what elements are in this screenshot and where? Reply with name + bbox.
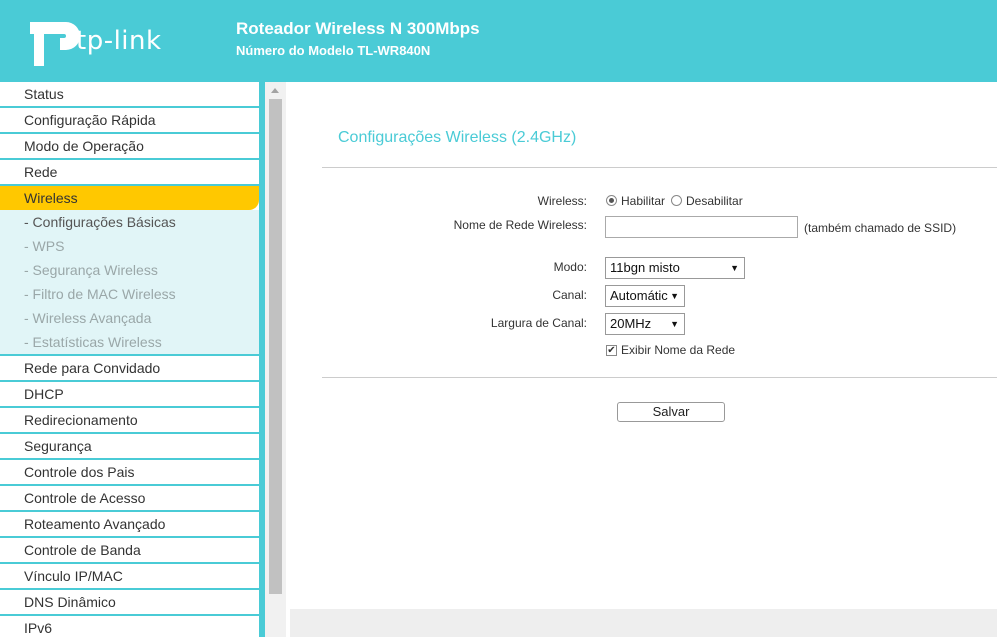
sidebar-item-quick-setup[interactable]: Configuração Rápida <box>0 108 259 134</box>
mode-label: Modo: <box>553 260 587 274</box>
broadcast-ssid-checkbox[interactable]: ✔ <box>606 345 617 356</box>
sidebar-item-advanced-routing[interactable]: Roteamento Avançado <box>0 512 259 538</box>
sidebar-item-ip-mac-binding[interactable]: Vínculo IP/MAC <box>0 564 259 590</box>
sidebar-item-operation-mode[interactable]: Modo de Operação <box>0 134 259 160</box>
sidebar-item-dhcp[interactable]: DHCP <box>0 382 259 408</box>
disable-radio[interactable] <box>671 195 682 206</box>
chevron-down-icon: ▼ <box>730 263 739 273</box>
enable-radio[interactable] <box>606 195 617 206</box>
sidebar-item-network[interactable]: Rede <box>0 160 259 186</box>
submenu-wireless-security[interactable]: - Segurança Wireless <box>0 258 259 282</box>
sidebar-item-access-control[interactable]: Controle de Acesso <box>0 486 259 512</box>
channel-select-value: Automático <box>610 288 676 303</box>
divider <box>322 167 997 168</box>
submenu-wireless-statistics[interactable]: - Estatísticas Wireless <box>0 330 259 354</box>
save-button[interactable]: Salvar <box>617 402 725 422</box>
ssid-hint: (também chamado de SSID) <box>804 221 957 235</box>
submenu-mac-filter[interactable]: - Filtro de MAC Wireless <box>0 282 259 306</box>
submenu-wps[interactable]: - WPS <box>0 234 259 258</box>
sidebar-scrollbar[interactable] <box>265 82 286 637</box>
sidebar: Status Configuração Rápida Modo de Opera… <box>0 82 259 637</box>
scroll-up-arrow-icon[interactable] <box>271 88 279 93</box>
model-number: Número do Modelo TL-WR840N <box>236 43 431 58</box>
disable-label: Desabilitar <box>686 194 743 208</box>
channel-select[interactable]: Automático ▼ <box>605 285 685 307</box>
footer <box>290 609 997 637</box>
channel-label: Canal: <box>552 288 587 302</box>
ssid-input[interactable] <box>605 216 798 238</box>
channel-width-select-value: 20MHz <box>610 316 652 331</box>
sidebar-item-security[interactable]: Segurança <box>0 434 259 460</box>
scroll-thumb[interactable] <box>269 99 282 594</box>
broadcast-ssid-label: Exibir Nome da Rede <box>621 343 736 357</box>
enable-label: Habilitar <box>621 194 666 208</box>
sidebar-item-ipv6[interactable]: IPv6 <box>0 616 259 637</box>
chevron-down-icon: ▼ <box>668 286 679 306</box>
chevron-down-icon: ▼ <box>670 319 679 329</box>
mode-select-value: 11bgn misto <box>610 260 680 275</box>
wireless-submenu: - Configurações Básicas - WPS - Seguranç… <box>0 210 259 356</box>
submenu-wireless-advanced[interactable]: - Wireless Avançada <box>0 306 259 330</box>
mode-select[interactable]: 11bgn misto ▼ <box>605 257 745 279</box>
sidebar-item-wireless[interactable]: Wireless <box>0 186 259 210</box>
logo-text: tp-link <box>76 26 162 56</box>
wireless-label: Wireless: <box>537 194 587 208</box>
ssid-label: Nome de Rede Wireless: <box>453 218 587 232</box>
submenu-basic-settings[interactable]: - Configurações Básicas <box>0 210 259 234</box>
divider <box>322 377 997 378</box>
sidebar-item-status[interactable]: Status <box>0 82 259 108</box>
main-panel: Configurações Wireless (2.4GHz) Wireless… <box>290 82 997 637</box>
sidebar-item-dynamic-dns[interactable]: DNS Dinâmico <box>0 590 259 616</box>
sidebar-item-forwarding[interactable]: Redirecionamento <box>0 408 259 434</box>
header: tp-link Roteador Wireless N 300Mbps Núme… <box>0 0 997 82</box>
channel-width-select[interactable]: 20MHz ▼ <box>605 313 685 335</box>
sidebar-item-bandwidth-control[interactable]: Controle de Banda <box>0 538 259 564</box>
product-title: Roteador Wireless N 300Mbps <box>236 19 480 38</box>
page-title: Configurações Wireless (2.4GHz) <box>338 129 577 146</box>
channel-width-label: Largura de Canal: <box>490 316 587 330</box>
sidebar-item-parental-controls[interactable]: Controle dos Pais <box>0 460 259 486</box>
sidebar-item-guest-network[interactable]: Rede para Convidado <box>0 356 259 382</box>
